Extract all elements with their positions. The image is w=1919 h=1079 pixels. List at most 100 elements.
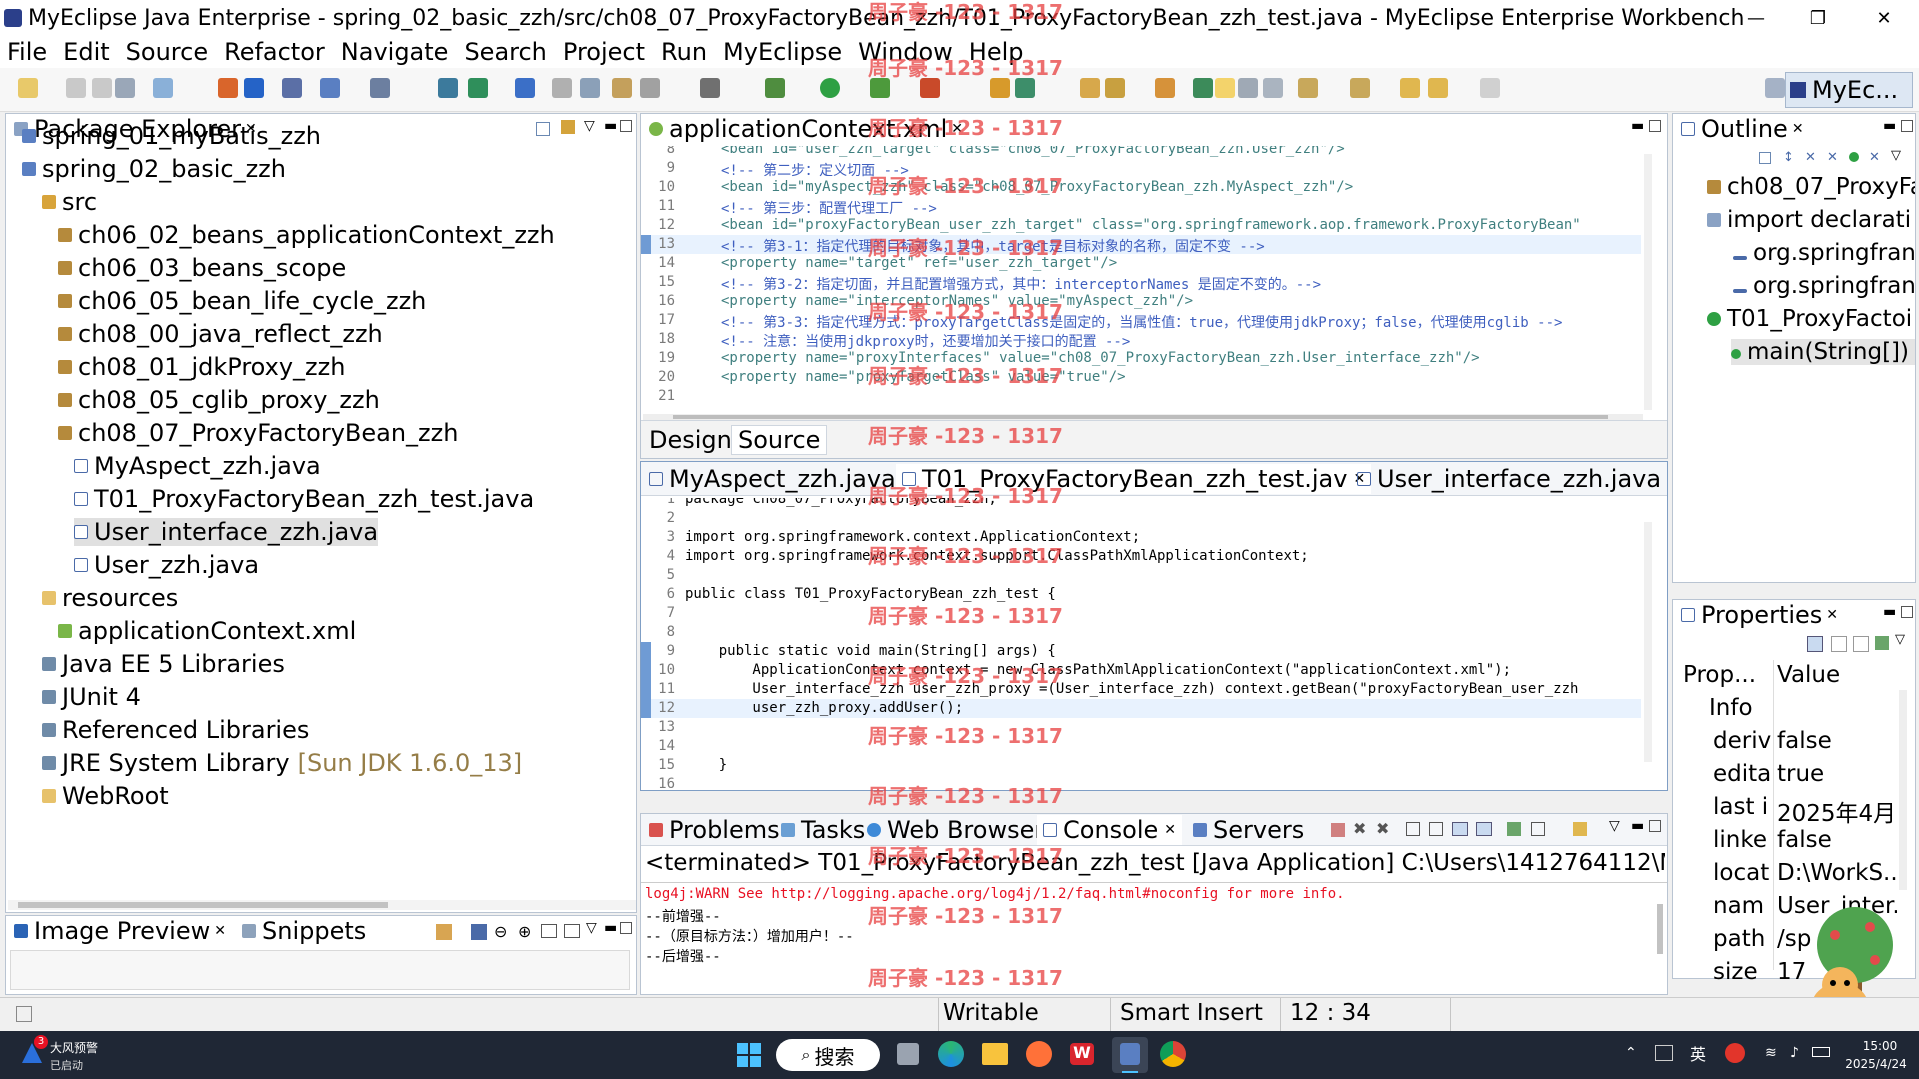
property-column-header[interactable]: Prop...	[1683, 662, 1773, 688]
menu-project[interactable]: Project	[556, 38, 654, 66]
categories-icon[interactable]	[1807, 636, 1823, 652]
print-icon[interactable]	[115, 78, 135, 98]
input-method-s-icon[interactable]	[1725, 1043, 1745, 1063]
terminate-icon[interactable]	[1331, 823, 1345, 837]
file-explorer-icon[interactable]	[982, 1043, 1008, 1065]
view-menu-icon[interactable]: ▽	[1891, 148, 1901, 163]
open-perspective-icon[interactable]	[1765, 78, 1785, 98]
remove-launch-icon[interactable]: ✖	[1353, 819, 1366, 838]
hide-static-icon[interactable]: ✕	[1827, 150, 1838, 165]
firefox-icon[interactable]	[1026, 1041, 1052, 1067]
link-editor-icon[interactable]	[561, 120, 575, 134]
property-group-info[interactable]: Info	[1709, 695, 1771, 721]
hide-local-types-icon[interactable]: ✕	[1869, 150, 1880, 165]
open-task-icon[interactable]	[244, 78, 264, 98]
tab-problems[interactable]: Problems	[643, 815, 786, 845]
browser-icon[interactable]	[370, 78, 390, 98]
property-key[interactable]: size	[1713, 959, 1771, 985]
value-column-header[interactable]: Value	[1777, 662, 1887, 688]
network-off-icon[interactable]	[1655, 1045, 1673, 1061]
outline-item-import-2[interactable]: org.springfran	[1733, 273, 1915, 299]
view-menu-icon[interactable]: ▽	[1609, 818, 1620, 834]
advanced-icon[interactable]	[1831, 636, 1847, 652]
tab-myaspect[interactable]: MyAspect_zzh.java	[643, 464, 902, 494]
close-tab-icon[interactable]: ✕	[1792, 121, 1804, 137]
minimize-view-icon[interactable]: ▬	[1883, 604, 1896, 620]
vertical-scrollbar[interactable]	[1644, 522, 1652, 762]
maximize-view-icon[interactable]	[620, 922, 632, 934]
clear-console-icon[interactable]	[1406, 822, 1420, 836]
tab-snippets[interactable]: Snippets	[236, 916, 372, 946]
actual-size-icon[interactable]	[541, 924, 557, 938]
tree-item[interactable]: ch08_01_jdkProxy_zzh	[58, 353, 345, 381]
minimize-view-icon[interactable]: ▬	[1883, 118, 1896, 134]
xml-source-area[interactable]: 8 <bean id="user_zzh_target" class="ch08_…	[641, 146, 1663, 418]
chrome-icon[interactable]	[1160, 1041, 1186, 1067]
tab-properties[interactable]: Properties ✕	[1675, 600, 1845, 630]
console-output[interactable]: log4j:WARN See http://logging.apache.org…	[645, 886, 1645, 986]
new-web-project-icon[interactable]	[153, 78, 173, 98]
tab-tasks[interactable]: Tasks	[775, 815, 871, 845]
restore-default-icon[interactable]	[1853, 636, 1869, 652]
menu-search[interactable]: Search	[457, 38, 555, 66]
save-icon[interactable]	[66, 78, 86, 98]
last-edit-icon[interactable]	[1400, 78, 1420, 98]
collapse-all-icon[interactable]	[1759, 152, 1771, 164]
tree-item[interactable]: JRE System Library [Sun JDK 1.6.0_13]	[42, 749, 522, 777]
battery-icon[interactable]	[1812, 1047, 1830, 1057]
show-stderr-icon[interactable]	[1476, 822, 1492, 836]
property-key[interactable]: path	[1713, 926, 1771, 952]
tree-item[interactable]: Java EE 5 Libraries	[42, 650, 285, 678]
vertical-scrollbar[interactable]	[1899, 690, 1907, 890]
property-value[interactable]: D:\WorkS..	[1777, 860, 1897, 886]
db-icon[interactable]	[468, 78, 488, 98]
tab-source[interactable]: Source	[731, 425, 828, 455]
cut-icon[interactable]	[552, 78, 572, 98]
sync-icon[interactable]	[436, 924, 452, 940]
maximize-view-icon[interactable]	[1649, 120, 1661, 132]
wifi-icon[interactable]: ≋	[1765, 1045, 1777, 1061]
menu-source[interactable]: Source	[119, 38, 217, 66]
minimize-view-icon[interactable]: ▬	[604, 920, 617, 936]
scroll-lock-icon[interactable]	[1429, 822, 1443, 836]
maximize-view-icon[interactable]	[620, 120, 632, 132]
debug-icon[interactable]	[765, 78, 785, 98]
edge-browser-icon[interactable]	[938, 1041, 964, 1067]
image-fit-icon[interactable]	[471, 924, 487, 940]
fast-view-icon[interactable]	[16, 1006, 32, 1022]
open-folder-icon[interactable]	[1080, 78, 1100, 98]
outline-item-imports[interactable]: import declarati	[1707, 207, 1915, 233]
tree-item[interactable]: ch08_00_java_reflect_zzh	[58, 320, 383, 348]
tree-item[interactable]: User_interface_zzh.java	[74, 518, 379, 546]
close-tab-icon[interactable]: ✕	[1164, 822, 1176, 838]
taskbar-search-box[interactable]: ⌕ 搜索	[776, 1039, 880, 1071]
open-console-icon[interactable]	[1573, 822, 1587, 836]
outline-item-class[interactable]: T01_ProxyFactoi	[1707, 306, 1915, 332]
hide-fields-icon[interactable]: ✕	[1805, 150, 1816, 165]
minimize-view-icon[interactable]: ▬	[604, 118, 617, 134]
zoom-in-icon[interactable]: ⊕	[518, 922, 531, 941]
property-key[interactable]: linke	[1713, 827, 1771, 853]
block-select-icon[interactable]	[1238, 78, 1258, 98]
remove-all-icon[interactable]: ✖	[1376, 819, 1389, 838]
forward-icon[interactable]	[1480, 78, 1500, 98]
property-key[interactable]: nam	[1713, 893, 1771, 919]
property-key[interactable]: edita	[1713, 761, 1771, 787]
tab-user-interface[interactable]: User_interface_zzh.java	[1351, 464, 1667, 494]
copy-icon[interactable]	[580, 78, 600, 98]
perspective-myeclipse-button[interactable]: MyEc...	[1785, 72, 1913, 108]
outline-item-main[interactable]: main(String[])	[1731, 339, 1915, 365]
property-value[interactable]: false	[1777, 827, 1897, 853]
restore-button[interactable]: ❐	[1787, 0, 1849, 36]
menu-navigate[interactable]: Navigate	[334, 38, 458, 66]
prev-annotation-icon[interactable]	[1350, 78, 1370, 98]
tree-item[interactable]: T01_ProxyFactoryBean_zzh_test.java	[74, 485, 534, 513]
tree-item[interactable]: ch06_02_beans_applicationContext_zzh	[58, 221, 555, 249]
weather-title[interactable]: 大风预警	[50, 1039, 98, 1056]
deploy-icon[interactable]	[282, 78, 302, 98]
wps-icon[interactable]: W	[1070, 1043, 1094, 1065]
search-tool-icon[interactable]	[1105, 78, 1125, 98]
java-source-area[interactable]: 1 package ch08_07_ProxyFactoryBean_zzh; 2 3…	[641, 498, 1663, 788]
tree-item[interactable]: applicationContext.xml	[58, 617, 356, 645]
close-button[interactable]: ✕	[1853, 0, 1915, 36]
